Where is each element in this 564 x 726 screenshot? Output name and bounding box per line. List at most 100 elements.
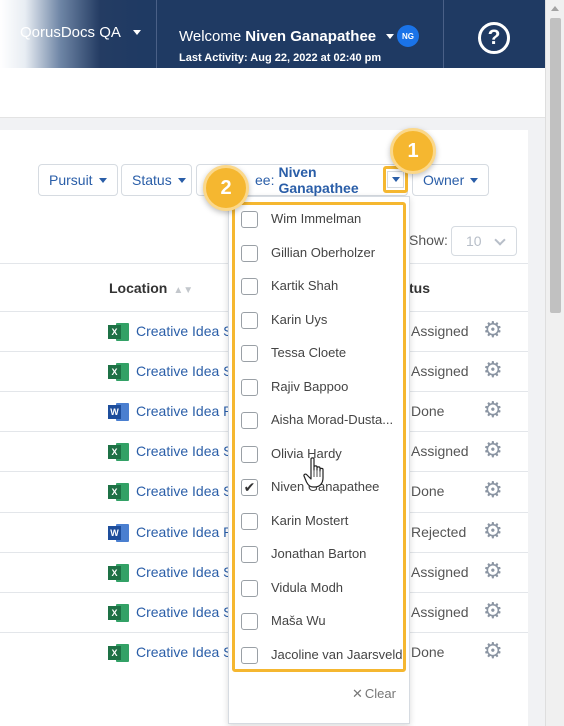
- gear-icon[interactable]: ⚙: [483, 479, 503, 501]
- workspace-switcher[interactable]: QorusDocs QA: [20, 24, 141, 41]
- status-filter-label: Status: [132, 172, 172, 188]
- checkbox[interactable]: [241, 512, 258, 530]
- checkbox[interactable]: [241, 546, 258, 563]
- location-link[interactable]: Creative Idea Se: [136, 323, 240, 339]
- checkbox[interactable]: [241, 311, 258, 329]
- gear-icon[interactable]: ⚙: [483, 439, 503, 461]
- checkbox[interactable]: [241, 211, 258, 228]
- gear-icon[interactable]: ⚙: [483, 359, 503, 381]
- location-link[interactable]: Creative Idea Se: [136, 483, 240, 499]
- gear-icon[interactable]: ⚙: [483, 519, 503, 542]
- status-filter[interactable]: Status: [121, 164, 192, 196]
- status-text: Done: [411, 483, 445, 500]
- location-link[interactable]: Creative Idea Se: [136, 363, 240, 379]
- column-header-label: Location: [109, 280, 168, 296]
- assignee-option-label: Maša Wu: [271, 613, 326, 628]
- assignee-option-label: Tessa Cloete: [271, 345, 347, 360]
- gear-icon[interactable]: ⚙: [483, 639, 503, 662]
- location-link[interactable]: Creative Idea Se: [136, 644, 240, 660]
- checkbox[interactable]: [241, 345, 258, 362]
- location-link[interactable]: Creative Idea RI: [136, 524, 237, 540]
- location-link[interactable]: Creative Idea Se: [136, 564, 240, 580]
- assignee-option[interactable]: Maša Wu: [229, 605, 409, 638]
- excel-file-icon: X: [108, 563, 130, 582]
- sort-icon: ▲▼: [173, 285, 194, 296]
- assignee-option-label: Niven Ganapathee: [271, 479, 380, 494]
- help-icon[interactable]: ?: [478, 22, 510, 54]
- divider: [443, 0, 444, 68]
- pursuit-filter[interactable]: Pursuit: [38, 164, 118, 196]
- assignee-option[interactable]: Jonathan Barton: [229, 538, 409, 571]
- assignee-option[interactable]: Karin Mostert: [229, 505, 409, 538]
- checkbox[interactable]: [241, 613, 258, 630]
- checkbox[interactable]: [241, 278, 258, 295]
- location-link[interactable]: Creative Idea Se: [136, 604, 240, 620]
- column-header-status[interactable]: tus: [409, 280, 430, 296]
- assignee-option[interactable]: Gillian Oberholzer: [229, 237, 409, 270]
- scroll-up-icon[interactable]: [551, 6, 559, 11]
- step-badge-1: 1: [390, 128, 436, 174]
- checkbox[interactable]: [241, 412, 258, 429]
- status-text: Assigned: [411, 603, 469, 620]
- status-text: Done: [411, 643, 445, 660]
- checkbox[interactable]: ✔: [241, 479, 258, 496]
- assignee-option[interactable]: Wim Immelman: [229, 203, 409, 236]
- excel-file-icon: X: [108, 363, 130, 382]
- assignee-dropdown-toggle[interactable]: [387, 171, 404, 188]
- assignee-option[interactable]: Kartik Shah: [229, 270, 409, 303]
- status-text: Assigned: [411, 323, 469, 339]
- assignee-option-label: Jonathan Barton: [271, 546, 367, 561]
- word-file-icon: W: [108, 403, 130, 422]
- divider: [156, 0, 157, 68]
- location-link[interactable]: Creative Idea RI: [136, 403, 237, 419]
- close-icon: ✕: [352, 686, 363, 701]
- chevron-down-icon: [132, 30, 141, 35]
- status-text: Assigned: [411, 563, 469, 580]
- file-type-letter: X: [108, 485, 121, 500]
- checkbox[interactable]: [241, 579, 258, 597]
- assignee-option-label: Jacoline van Jaarsveld: [271, 646, 403, 662]
- gear-icon[interactable]: ⚙: [483, 399, 503, 421]
- checkbox[interactable]: [241, 646, 258, 664]
- step-badge-2: 2: [203, 165, 249, 211]
- checkbox[interactable]: [241, 445, 258, 463]
- excel-file-icon: X: [108, 323, 130, 341]
- avatar[interactable]: NG: [397, 25, 419, 47]
- workspace-name: QorusDocs QA: [20, 24, 121, 41]
- chevron-down-icon: [386, 34, 395, 39]
- clear-label: Clear: [364, 686, 396, 701]
- scroll-thumb[interactable]: [550, 18, 561, 313]
- chevron-down-icon: [470, 177, 479, 183]
- file-type-letter: W: [108, 405, 121, 420]
- excel-file-icon: X: [108, 603, 130, 622]
- checkbox[interactable]: [241, 378, 258, 396]
- location-link[interactable]: Creative Idea Se: [136, 443, 240, 459]
- status-text: Assigned: [411, 443, 469, 460]
- assignee-option-label: Wim Immelman: [271, 211, 362, 226]
- column-header-location[interactable]: Location ▲▼: [109, 280, 193, 296]
- sub-header: [0, 68, 545, 118]
- file-type-letter: W: [108, 525, 121, 540]
- status-text: Assigned: [411, 363, 469, 380]
- page-scrollbar[interactable]: [545, 0, 564, 726]
- assignee-option[interactable]: Jacoline van Jaarsveld: [229, 639, 409, 672]
- assignee-option[interactable]: Karin Uys: [229, 304, 409, 337]
- assignee-option-label: Karin Uys: [271, 311, 328, 327]
- owner-filter-label: Owner: [423, 172, 465, 188]
- checkbox[interactable]: [241, 244, 258, 262]
- status-text: Done: [411, 403, 445, 420]
- file-type-letter: X: [108, 565, 121, 580]
- assignee-option[interactable]: Vidula Modh: [229, 572, 409, 605]
- assignee-option[interactable]: Aisha Morad-Dusta...: [229, 404, 409, 437]
- user-name: Niven Ganapathee: [245, 28, 377, 45]
- assignee-option[interactable]: Rajiv Bappoo: [229, 371, 409, 404]
- gear-icon[interactable]: ⚙: [483, 559, 503, 582]
- pursuit-filter-label: Pursuit: [49, 172, 93, 188]
- gear-icon[interactable]: ⚙: [483, 319, 503, 341]
- assignee-option[interactable]: Tessa Cloete: [229, 337, 409, 370]
- user-menu[interactable]: Welcome Niven Ganapathee: [179, 28, 395, 45]
- page-size-select[interactable]: 10: [451, 226, 517, 256]
- clear-button[interactable]: ✕ Clear: [352, 686, 398, 702]
- file-type-letter: X: [108, 445, 121, 460]
- gear-icon[interactable]: ⚙: [483, 599, 503, 622]
